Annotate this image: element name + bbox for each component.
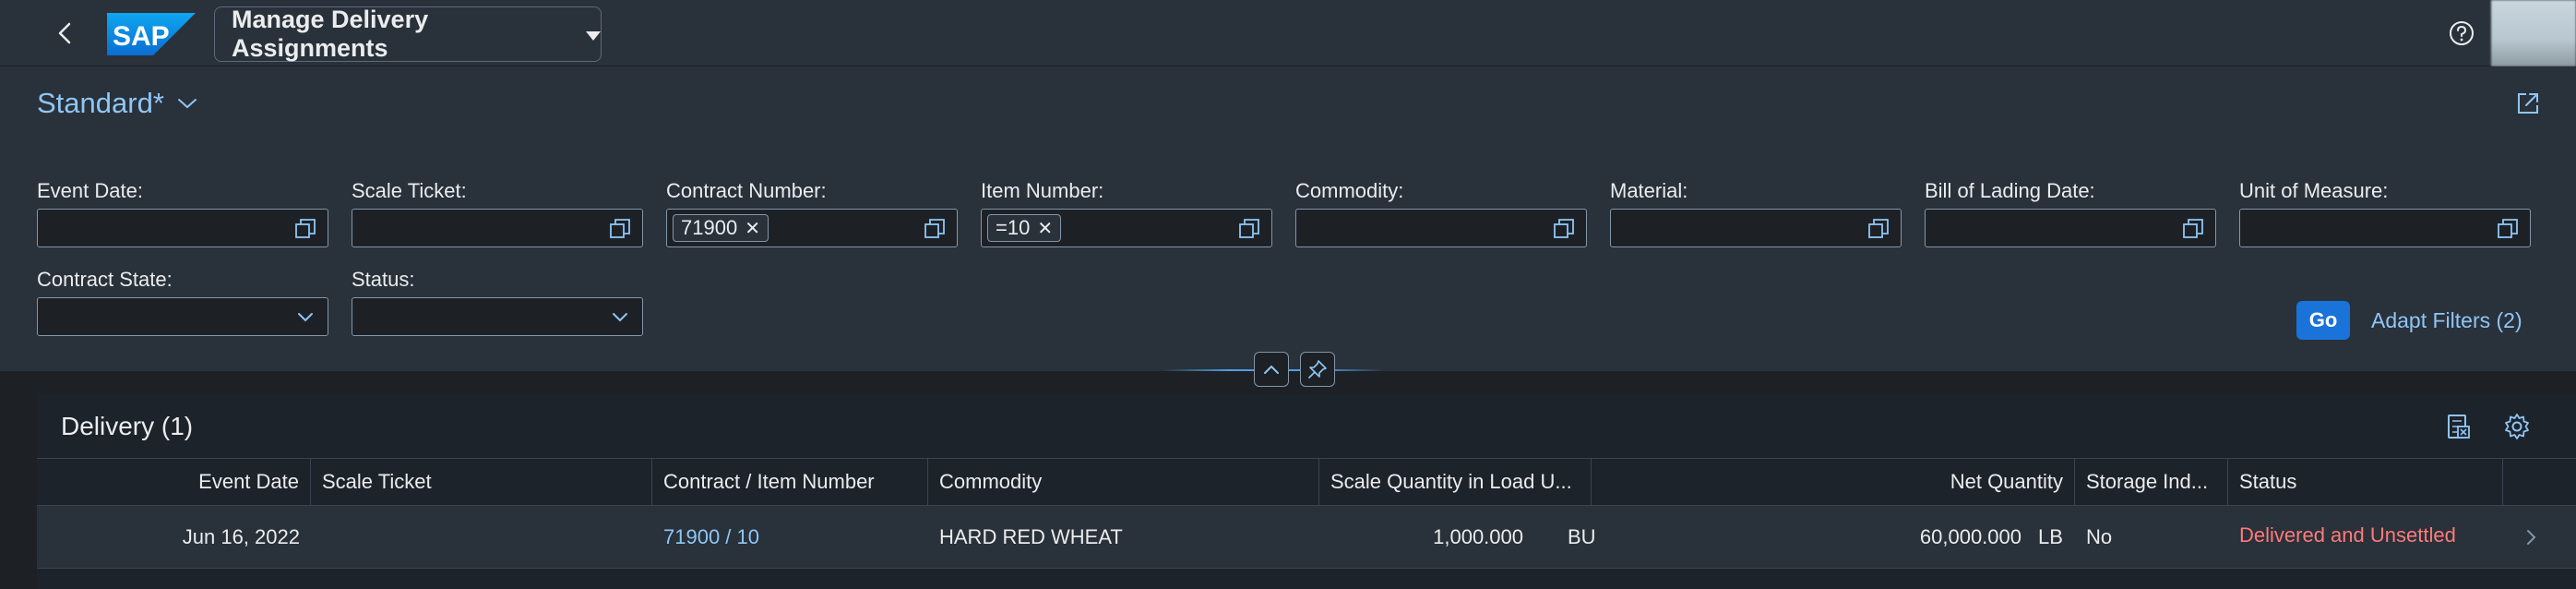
table-row[interactable]: Jun 16, 2022 71900 / 10 HARD RED WHEAT 1…: [37, 506, 2576, 569]
table-header-row: Event Date Scale Ticket Contract / Item …: [37, 458, 2576, 506]
chevron-right-icon[interactable]: [2520, 526, 2542, 548]
event-date-input[interactable]: [37, 209, 328, 247]
cell-status: Delivered and Unsettled: [2239, 523, 2456, 547]
back-button[interactable]: [46, 15, 83, 52]
help-icon: [2450, 21, 2474, 45]
cell-commodity: HARD RED WHEAT: [939, 524, 1123, 548]
field-label: Bill of Lading Date:: [1925, 179, 2095, 202]
field-label: Commodity:: [1295, 179, 1404, 202]
variant-management[interactable]: Standard*: [37, 87, 197, 120]
filter-commodity: Commodity:: [1295, 179, 1587, 247]
column-header-scale-ticket[interactable]: Scale Ticket: [311, 459, 652, 505]
field-label: Material:: [1610, 179, 1688, 202]
filter-bill-of-lading-date: Bill of Lading Date:: [1925, 179, 2216, 247]
help-button[interactable]: [2445, 17, 2478, 50]
collapse-header-button[interactable]: [1254, 352, 1289, 387]
filter-unit-of-measure: Unit of Measure:: [2239, 179, 2531, 247]
filter-contract-state: Contract State:: [37, 268, 328, 336]
token-text: =10: [996, 216, 1031, 239]
cell-storage-ind: No: [2086, 524, 2113, 548]
share-button[interactable]: [2511, 87, 2545, 120]
user-avatar[interactable]: [2491, 0, 2576, 66]
table-settings-button[interactable]: [2500, 410, 2534, 443]
filter-bar: Standard* Event Date: Scale Ticket: Cont…: [0, 66, 2576, 371]
bill-of-lading-date-input[interactable]: [1925, 209, 2216, 247]
export-to-excel-icon: [2448, 415, 2470, 439]
value-help-icon[interactable]: [294, 218, 316, 240]
adapt-filters-button[interactable]: Adapt Filters (2): [2371, 308, 2522, 333]
field-label: Contract Number:: [666, 179, 827, 202]
value-help-icon[interactable]: [1553, 218, 1575, 240]
column-header-commodity[interactable]: Commodity: [928, 459, 1319, 505]
filter-status: Status:: [352, 268, 643, 336]
field-label: Unit of Measure:: [2239, 179, 2389, 202]
field-label: Scale Ticket:: [352, 179, 467, 202]
column-header-net-quantity[interactable]: Net Quantity: [1592, 459, 2075, 505]
gear-icon: [2505, 414, 2529, 439]
cell-scale-ticket: [311, 506, 652, 568]
caret-down-icon: [586, 30, 601, 41]
contract-state-select[interactable]: [37, 297, 328, 336]
go-button[interactable]: Go: [2296, 301, 2350, 340]
cell-net-unit: LB: [2038, 524, 2063, 548]
contract-number-input[interactable]: 71900 ✕: [666, 209, 958, 247]
value-help-icon[interactable]: [924, 218, 946, 240]
column-header-scale-quantity[interactable]: Scale Quantity in Load U...: [1319, 459, 1592, 505]
filter-contract-number: Contract Number: 71900 ✕: [666, 179, 958, 247]
column-header-storage-ind[interactable]: Storage Ind...: [2075, 459, 2228, 505]
app-title-menu-button[interactable]: Manage Delivery Assignments: [214, 6, 602, 62]
token-text: 71900: [681, 216, 738, 239]
field-label: Contract State:: [37, 268, 173, 291]
delivery-table: Delivery (1) Event Date Scale Ticket Con…: [37, 393, 2576, 589]
filter-token: 71900 ✕: [673, 214, 769, 242]
value-help-icon[interactable]: [1238, 218, 1260, 240]
shell-bar: SAP Manage Delivery Assignments: [0, 0, 2576, 66]
sap-logo[interactable]: SAP: [107, 13, 196, 60]
value-help-icon[interactable]: [2497, 218, 2519, 240]
token-remove-icon[interactable]: ✕: [1037, 217, 1053, 240]
cell-net-quantity: 60,000.000: [1919, 524, 2021, 548]
chevron-up-icon: [1264, 365, 1279, 374]
cell-contract-item-link[interactable]: 71900 / 10: [652, 506, 928, 568]
export-button[interactable]: [2441, 410, 2475, 443]
table-title: Delivery (1): [61, 412, 194, 440]
unit-of-measure-input[interactable]: [2239, 209, 2531, 247]
pin-icon: [1308, 360, 1327, 379]
chevron-down-icon[interactable]: [296, 307, 315, 326]
material-input[interactable]: [1610, 209, 1902, 247]
back-icon: [58, 22, 71, 44]
field-label: Item Number:: [981, 179, 1104, 202]
scale-ticket-input[interactable]: [352, 209, 643, 247]
pin-header-button[interactable]: [1300, 352, 1335, 387]
chevron-down-icon[interactable]: [611, 307, 629, 326]
filter-item-number: Item Number: =10 ✕: [981, 179, 1272, 247]
item-number-input[interactable]: =10 ✕: [981, 209, 1272, 247]
filter-scale-ticket: Scale Ticket:: [352, 179, 643, 247]
value-help-icon[interactable]: [609, 218, 631, 240]
svg-text:SAP: SAP: [113, 21, 170, 52]
filter-event-date: Event Date:: [37, 179, 328, 247]
app-title: Manage Delivery Assignments: [232, 6, 429, 62]
field-label: Event Date:: [37, 179, 143, 202]
status-select[interactable]: [352, 297, 643, 336]
cell-event-date: Jun 16, 2022: [182, 524, 300, 548]
value-help-icon[interactable]: [1867, 218, 1890, 240]
variant-name: Standard*: [37, 87, 164, 119]
column-header-status[interactable]: Status: [2228, 459, 2503, 505]
value-help-icon[interactable]: [2182, 218, 2204, 240]
chevron-down-icon: [177, 99, 197, 109]
field-label: Status:: [352, 268, 415, 291]
filter-token: =10 ✕: [987, 214, 1062, 242]
column-header-contract-item[interactable]: Contract / Item Number: [652, 459, 928, 505]
column-header-event-date[interactable]: Event Date: [37, 459, 311, 505]
filter-material: Material:: [1610, 179, 1902, 247]
token-remove-icon[interactable]: ✕: [745, 217, 760, 240]
cell-scale-quantity: 1,000.000: [1433, 524, 1523, 548]
commodity-input[interactable]: [1295, 209, 1587, 247]
share-icon: [2518, 93, 2538, 114]
